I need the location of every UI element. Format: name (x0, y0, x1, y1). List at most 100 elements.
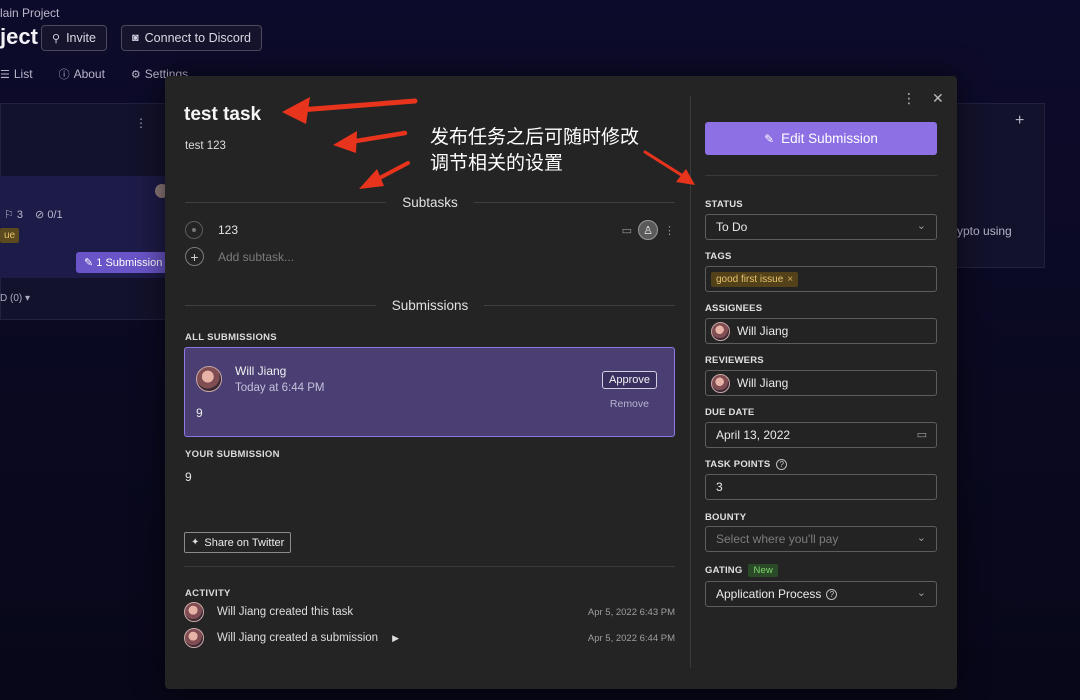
board-column-right: + ypto using (950, 103, 1045, 268)
status-label: STATUS (705, 199, 743, 210)
calendar-icon[interactable]: ▭ (622, 224, 632, 237)
edit-submission-button[interactable]: ✎ Edit Submission (705, 122, 937, 155)
plus-icon[interactable]: + (185, 247, 204, 266)
submission-card[interactable]: Will Jiang Today at 6:44 PM 9 Approve Re… (184, 347, 675, 437)
avatar (184, 602, 204, 622)
avatar (196, 366, 222, 392)
tab-about[interactable]: ⓘ About (59, 66, 105, 82)
task-description[interactable]: test 123 (185, 140, 226, 152)
divider (705, 175, 937, 176)
subtask-count: ⊘ 0/1 (35, 209, 63, 221)
gating-label-text: GATING (705, 565, 743, 576)
chevron-down-icon: ⌄ (916, 587, 926, 599)
status-value: To Do (716, 220, 748, 234)
more-icon[interactable]: ⋮ (664, 224, 675, 237)
avatar (711, 373, 730, 393)
activity-text: Will Jiang created this task (217, 606, 354, 618)
invite-label: Invite (66, 31, 96, 45)
connect-discord-button[interactable]: ◙ Connect to Discord (121, 25, 262, 51)
submission-value: 9 (196, 406, 203, 420)
project-title: ject (0, 24, 38, 49)
approve-button[interactable]: Approve (602, 371, 657, 389)
task-settings-panel: ✎ Edit Submission STATUS To Do ⌄ TAGS go… (705, 76, 937, 689)
assignees-field[interactable]: Will Jiang (705, 318, 937, 344)
annotation-line-1: 发布任务之后可随时修改 (430, 126, 640, 148)
avatar (711, 321, 730, 341)
submission-chip[interactable]: ✎ 1 Submission (76, 252, 171, 273)
info-icon: ⓘ (58, 69, 70, 81)
task-title[interactable]: test task (184, 104, 261, 126)
all-submissions-label: ALL SUBMISSIONS (185, 332, 277, 343)
tab-list[interactable]: ☰ List (0, 66, 33, 82)
tag-chip: good first issue × (711, 271, 799, 287)
activity-text: Will Jiang created a submission (217, 632, 379, 644)
submission-author: Will Jiang (235, 364, 287, 378)
task-points-value: 3 (716, 480, 723, 494)
tag-chip-label: good first issue (716, 273, 784, 285)
reviewers-field[interactable]: Will Jiang (705, 370, 937, 396)
column-menu-icon[interactable]: ⋮ (135, 116, 147, 130)
status-select[interactable]: To Do ⌄ (705, 214, 937, 240)
your-submission-value: 9 (185, 470, 192, 484)
task-points-label-text: TASK POINTS (705, 459, 771, 470)
subtasks-heading-label: Subtasks (402, 195, 458, 210)
new-badge: New (748, 564, 779, 577)
help-icon[interactable]: ? (776, 459, 788, 470)
tags-label: TAGS (705, 251, 732, 262)
card-stats: ⚐ 3 ⊘ 0/1 (4, 208, 63, 221)
divider (184, 566, 675, 567)
discord-label: Connect to Discord (144, 31, 251, 45)
subtask-status-toggle[interactable] (185, 221, 203, 239)
task-points-input[interactable]: 3 (705, 474, 937, 500)
annotation-line-2: 调节相关的设置 (430, 152, 564, 174)
activity-label: ACTIVITY (185, 588, 231, 599)
add-subtask[interactable]: + Add subtask... (185, 247, 294, 266)
invite-button[interactable]: ⚲ Invite (41, 25, 107, 51)
subtask-label: 123 (218, 223, 239, 237)
card-snippet: ypto using (957, 224, 1012, 238)
activity-item: Will Jiang created this task Apr 5, 2022… (184, 602, 675, 622)
card-footer[interactable]: D (0) ▾ (0, 293, 30, 304)
due-date-field[interactable]: April 13, 2022 ▭ (705, 422, 937, 448)
activity-time: Apr 5, 2022 6:43 PM (587, 606, 675, 618)
share-twitter-label: Share on Twitter (204, 536, 285, 549)
subtask-item[interactable]: 123 ▭ ♙ ⋮ (185, 219, 675, 241)
add-task-icon[interactable]: + (1015, 112, 1024, 130)
gear-icon: ⚙ (130, 68, 141, 81)
assignee-name: Will Jiang (737, 324, 789, 338)
tags-input[interactable]: good first issue × (705, 266, 937, 292)
subtasks-heading: Subtasks (185, 195, 675, 210)
remove-button[interactable]: Remove (610, 398, 649, 410)
breadcrumb[interactable]: lain Project (0, 6, 59, 20)
edit-submission-label: Edit Submission (781, 131, 878, 146)
calendar-icon[interactable]: ▭ (917, 428, 927, 441)
your-submission-label: YOUR SUBMISSION (185, 449, 280, 460)
tab-about-label: About (73, 67, 105, 81)
activity-time: Apr 5, 2022 6:44 PM (587, 632, 675, 644)
bounty-select[interactable]: Select where you'll pay ⌄ (705, 526, 937, 552)
expand-arrow-icon[interactable]: ▶ (392, 633, 399, 644)
avatar (184, 628, 204, 648)
remove-tag-icon[interactable]: × (787, 274, 793, 285)
gating-select[interactable]: Application Process ? ⌄ (705, 581, 937, 607)
add-subtask-input[interactable]: Add subtask... (218, 250, 294, 264)
user-icon[interactable]: ♙ (638, 220, 658, 240)
tab-list-label: List (13, 67, 33, 81)
gating-value: Application Process (716, 587, 822, 601)
assignees-label: ASSIGNEES (705, 303, 763, 314)
discord-icon: ◙ (132, 32, 139, 44)
activity-item[interactable]: Will Jiang created a submission ▶ Apr 5,… (184, 628, 675, 648)
annotation-note: 发布任务之后可随时修改 调节相关的设置 (430, 124, 680, 176)
list-icon: ☰ (0, 68, 10, 81)
bounty-placeholder: Select where you'll pay (716, 532, 839, 546)
reviewer-name: Will Jiang (737, 376, 789, 390)
submissions-heading-label: Submissions (391, 298, 469, 313)
submission-time: Today at 6:44 PM (235, 382, 325, 394)
project-tabs: ☰ List ⓘ About ⚙ Settings (0, 66, 188, 82)
comment-count: ⚐ 3 (4, 209, 24, 221)
due-date-value: April 13, 2022 (716, 428, 791, 442)
share-twitter-button[interactable]: ✦ Share on Twitter (184, 532, 292, 553)
pencil-icon: ✎ (764, 131, 775, 146)
chevron-down-icon: ⌄ (916, 220, 926, 232)
help-icon[interactable]: ? (826, 588, 838, 600)
